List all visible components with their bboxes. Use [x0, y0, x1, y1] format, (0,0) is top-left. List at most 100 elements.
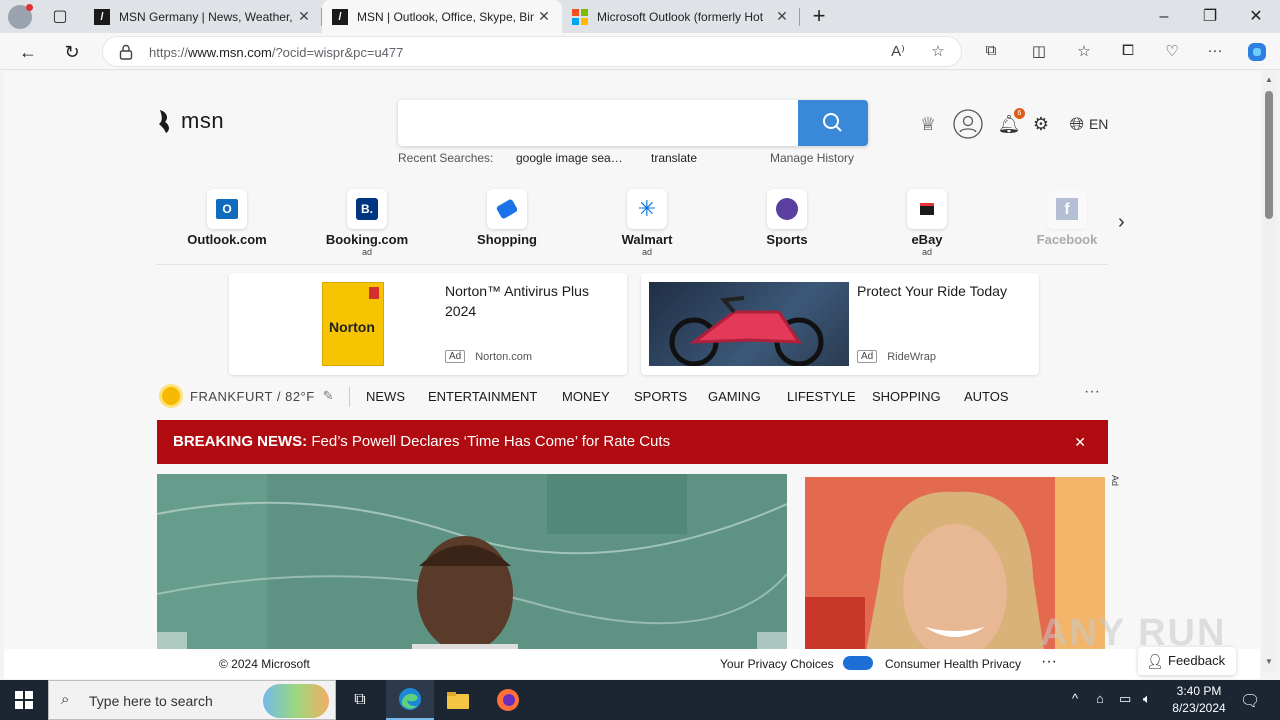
globe-icon: 🌐︎	[1069, 113, 1084, 134]
taskbar-clock[interactable]: 3:40 PM 8/23/2024	[1160, 683, 1238, 717]
browser-toolbar: ← ↻ https://www.msn.com/?ocid=wispr&pc=u…	[0, 33, 1280, 70]
favorite-star-icon[interactable]: ☆	[928, 42, 948, 62]
split-screen-icon[interactable]: ◫	[1028, 42, 1050, 62]
quick-link-facebook[interactable]: f Facebook	[1007, 189, 1127, 247]
back-icon[interactable]: ←	[15, 39, 41, 65]
ad-tag: Ad	[857, 350, 878, 363]
refresh-icon[interactable]: ↻	[59, 39, 85, 65]
taskbar-search[interactable]: ⌕ Type here to search	[48, 680, 336, 720]
tab-title: MSN Germany | News, Weather,	[119, 9, 293, 24]
profile-avatar-icon[interactable]	[8, 4, 33, 29]
msn-favicon-icon: /	[332, 8, 348, 25]
close-icon[interactable]: ✕	[1074, 420, 1086, 464]
search-button[interactable]	[798, 100, 868, 146]
address-bar[interactable]: https://www.msn.com/?ocid=wispr&pc=u477 …	[102, 36, 962, 67]
close-tab-icon[interactable]: ✕	[534, 8, 554, 25]
scroll-down-icon[interactable]: ▼	[1264, 657, 1274, 666]
read-aloud-icon[interactable]: A⁾	[888, 42, 908, 62]
sun-icon	[162, 387, 180, 405]
tab-actions-icon[interactable]: ▢	[48, 6, 72, 28]
msn-logo[interactable]: msn	[157, 108, 224, 134]
quick-link-outlook[interactable]: O Outlook.com	[167, 189, 287, 247]
privacy-toggle-icon[interactable]	[843, 656, 873, 670]
nav-lifestyle[interactable]: LIFESTYLE	[787, 389, 856, 404]
search-highlight-icon	[263, 684, 329, 718]
collections-icon[interactable]: ⧠	[1117, 42, 1139, 62]
task-view-icon[interactable]: ⧉	[336, 680, 384, 720]
favorites-icon[interactable]: ☆	[1073, 42, 1095, 62]
nav-news[interactable]: NEWS	[366, 389, 405, 404]
language-button[interactable]: 🌐︎ EN	[1064, 111, 1114, 137]
firefox-icon[interactable]	[484, 680, 532, 720]
consumer-health-link[interactable]: Consumer Health Privacy	[885, 657, 1021, 671]
outlook-icon: O	[207, 189, 247, 229]
chevron-right-icon[interactable]: ›	[1118, 211, 1125, 234]
feedback-button[interactable]: 👤︎ Feedback	[1138, 647, 1236, 675]
settings-gear-icon[interactable]: ⚙	[1030, 111, 1052, 137]
volume-icon[interactable]: 🔈︎	[1143, 691, 1151, 707]
tray-device-icon[interactable]: ⌂	[1096, 691, 1104, 706]
nav-money[interactable]: MONEY	[562, 389, 610, 404]
new-tab-button[interactable]: +	[806, 3, 832, 29]
msn-butterfly-icon	[159, 110, 169, 133]
recent-item[interactable]: google image sea…	[516, 151, 623, 165]
settings-more-icon[interactable]: ···	[1204, 42, 1226, 62]
nav-autos[interactable]: AUTOS	[964, 389, 1009, 404]
scroll-thumb[interactable]	[1265, 91, 1273, 219]
taskbar-search-placeholder: Type here to search	[89, 693, 213, 709]
quick-link-sports[interactable]: Sports	[727, 189, 847, 247]
footer-more-icon[interactable]: ···	[1041, 653, 1057, 671]
windows-start-icon[interactable]	[0, 680, 48, 720]
network-icon[interactable]: ▭	[1119, 691, 1131, 707]
rewards-trophy-icon[interactable]: ♕	[916, 111, 940, 137]
msn-page: msn Recent Searches: google image sea… t…	[4, 71, 1260, 649]
weather-widget[interactable]: FRANKFURT / 82°F ✎	[162, 387, 334, 405]
file-explorer-icon[interactable]	[434, 680, 482, 720]
close-tab-icon[interactable]: ✕	[772, 8, 792, 25]
restore-icon[interactable]: ❐	[1187, 0, 1233, 33]
quick-link-ebay[interactable]: eBay ad	[867, 189, 987, 257]
nav-entertainment[interactable]: ENTERTAINMENT	[428, 389, 537, 404]
breaking-news-banner[interactable]: BREAKING NEWS: Fed’s Powell Declares ‘Ti…	[157, 420, 1108, 464]
hero-news-image[interactable]	[157, 474, 787, 649]
recent-label: Recent Searches:	[398, 151, 494, 165]
shopping-tag-icon	[487, 189, 527, 229]
search-icon	[823, 113, 842, 132]
close-tab-icon[interactable]: ✕	[294, 8, 314, 25]
nav-gaming[interactable]: GAMING	[708, 389, 761, 404]
quick-link-walmart[interactable]: ✳ Walmart ad	[587, 189, 707, 257]
ad-card-ridewrap[interactable]: Protect Your Ride Today Ad RideWrap	[641, 273, 1039, 375]
edit-pencil-icon[interactable]: ✎	[323, 388, 334, 404]
microsoft-favicon-icon	[572, 8, 588, 25]
tray-chevron-icon[interactable]: ^	[1072, 691, 1078, 706]
browser-essentials-icon[interactable]: ♡	[1161, 42, 1183, 62]
nav-shopping[interactable]: SHOPPING	[872, 389, 941, 404]
quick-link-booking[interactable]: B. Booking.com ad	[307, 189, 427, 257]
account-icon[interactable]	[952, 109, 984, 139]
logo-text: msn	[181, 108, 225, 133]
tab-msn-outlook[interactable]: / MSN | Outlook, Office, Skype, Bin ✕	[322, 0, 562, 33]
privacy-choices-link[interactable]: Your Privacy Choices	[720, 657, 834, 671]
browser-tab-strip: ▢ / MSN Germany | News, Weather, ✕ / MSN…	[0, 0, 1280, 33]
booking-icon: B.	[347, 189, 387, 229]
quick-link-shopping[interactable]: Shopping	[447, 189, 567, 247]
notifications-center-icon[interactable]: 🗨︎	[1240, 691, 1260, 711]
nav-sports[interactable]: SPORTS	[634, 389, 687, 404]
close-window-icon[interactable]: ✕	[1233, 0, 1279, 33]
page-scrollbar[interactable]: ▲ ▼	[1262, 71, 1276, 671]
walmart-spark-icon: ✳	[627, 189, 667, 229]
ad-card-norton[interactable]: Norton Norton™ Antivirus Plus 2024 Ad Nor…	[229, 273, 627, 375]
recent-item[interactable]: translate	[651, 151, 697, 165]
more-options-icon[interactable]: ···	[1084, 383, 1100, 401]
tab-microsoft-outlook[interactable]: Microsoft Outlook (formerly Hot ✕	[562, 0, 800, 33]
scroll-up-icon[interactable]: ▲	[1264, 75, 1274, 84]
search-box[interactable]	[398, 100, 868, 146]
extensions-icon[interactable]: ⧉	[980, 42, 1002, 62]
breaking-headline: Fed’s Powell Declares ‘Time Has Come’ fo…	[311, 433, 671, 450]
copilot-icon[interactable]	[1246, 41, 1268, 61]
minimize-icon[interactable]: –	[1141, 0, 1187, 33]
edge-taskbar-icon[interactable]	[386, 680, 434, 720]
manage-history-link[interactable]: Manage History	[770, 151, 854, 165]
side-ad-label: Ad	[1110, 475, 1120, 487]
tab-msn-germany[interactable]: / MSN Germany | News, Weather, ✕	[84, 0, 322, 33]
